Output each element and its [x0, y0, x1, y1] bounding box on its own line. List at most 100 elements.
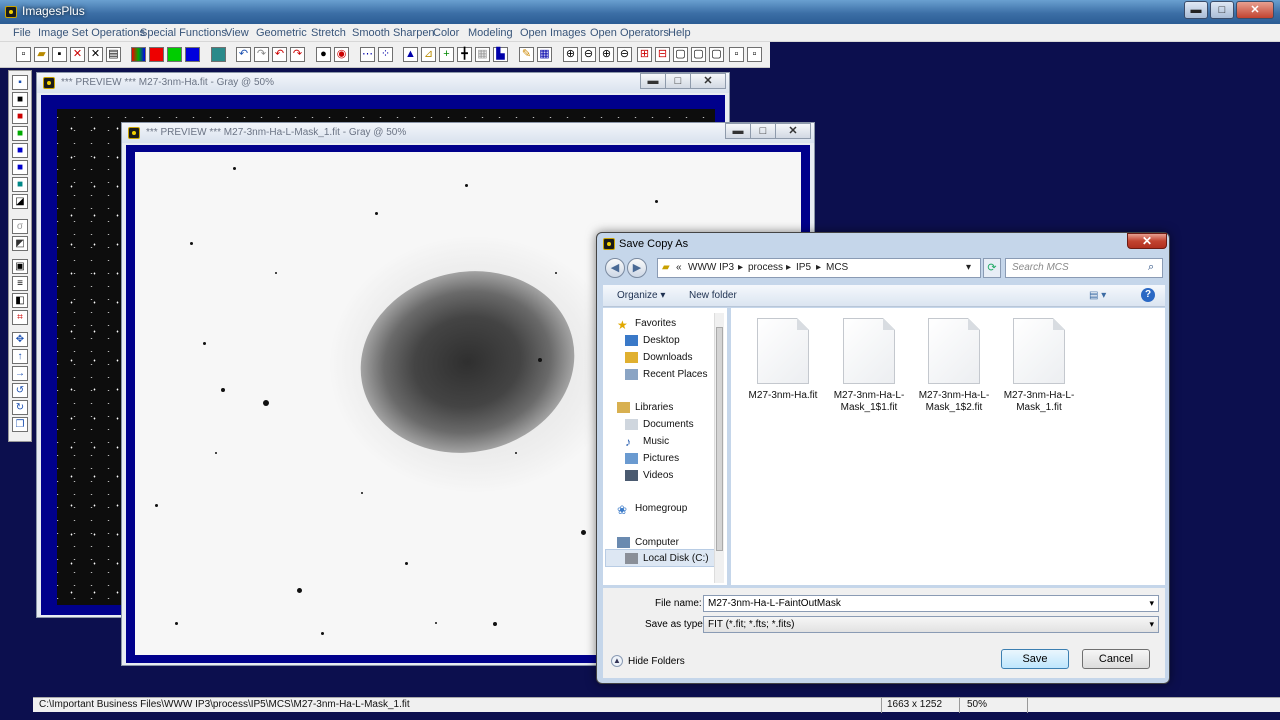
menu-geometric[interactable]: Geometric	[256, 27, 307, 39]
nav-documents[interactable]: Documents	[643, 419, 694, 430]
crop-icon[interactable]: ⌗	[12, 310, 28, 325]
crosshair-icon[interactable]: +	[439, 47, 454, 62]
remove-frame-icon[interactable]: ⊟	[655, 47, 670, 62]
corner-square-icon[interactable]: ◪	[12, 194, 28, 209]
red-channel-icon[interactable]	[149, 47, 164, 62]
luminance-icon[interactable]	[211, 47, 226, 62]
nav-desktop[interactable]: Desktop	[643, 335, 680, 346]
breadcrumb-www-ip3[interactable]: WWW IP3	[688, 262, 734, 273]
nav-downloads[interactable]: Downloads	[643, 352, 692, 363]
menu-file[interactable]: File	[13, 27, 31, 39]
nav-music[interactable]: Music	[643, 436, 669, 447]
frame-3-icon[interactable]: ▢	[709, 47, 724, 62]
menu-view[interactable]: View	[225, 27, 249, 39]
chevron-down-icon[interactable]: ▾	[1149, 619, 1154, 630]
menu-modeling[interactable]: Modeling	[468, 27, 513, 39]
back-icon[interactable]: ◀	[605, 258, 625, 278]
black-square-icon[interactable]: ■	[12, 92, 28, 107]
rotate-left-icon[interactable]: ↺	[12, 383, 28, 398]
redo-icon[interactable]: ↷	[254, 47, 269, 62]
breadcrumb[interactable]: ▰ « WWW IP3 ▸ process ▸ IP5 ▸ MCS ▾	[657, 258, 981, 278]
curve-icon[interactable]: ⊿	[421, 47, 436, 62]
menu-stretch[interactable]: Stretch	[311, 27, 346, 39]
menu-image-set-operations[interactable]: Image Set Operations	[38, 27, 145, 39]
open-folder-icon[interactable]: ▰	[34, 47, 49, 62]
hide-folders-button[interactable]: Hide Folders	[628, 656, 685, 667]
frame-4-icon[interactable]: ▫	[729, 47, 744, 62]
file-item[interactable]: M27-3nm-Ha-L-Mask_1.fit	[997, 318, 1081, 414]
window-title-bar[interactable]: *** PREVIEW *** M27-3nm-Ha-L-Mask_1.fit …	[122, 123, 814, 143]
new-file-icon[interactable]: ▫	[16, 47, 31, 62]
grid-cross-icon[interactable]: ╋	[457, 47, 472, 62]
dotted-area-icon[interactable]: ⁘	[378, 47, 393, 62]
delete-icon[interactable]: ✕	[70, 47, 85, 62]
maximize-icon[interactable]: □	[665, 73, 691, 89]
organize-button[interactable]: Organize ▾	[617, 290, 665, 301]
menu-help[interactable]: Help	[668, 27, 691, 39]
undo-all-icon[interactable]: ↶	[272, 47, 287, 62]
close-icon[interactable]: ✕	[1127, 233, 1167, 249]
frame-2-icon[interactable]: ▢	[691, 47, 706, 62]
sigma-icon[interactable]: σ	[12, 219, 28, 234]
close-image-icon[interactable]: ✕	[88, 47, 103, 62]
copy-icon[interactable]: ❐	[12, 417, 28, 432]
channel-icon[interactable]: ■	[12, 160, 28, 175]
maximize-icon[interactable]: □	[1210, 1, 1234, 19]
new-folder-button[interactable]: New folder	[689, 290, 737, 301]
chevron-down-icon[interactable]: ▾	[1149, 598, 1154, 609]
menu-special-functions[interactable]: Special Functions	[140, 27, 227, 39]
file-item[interactable]: M27-3nm-Ha-L-Mask_1$2.fit	[912, 318, 996, 414]
levels-icon[interactable]: ≡	[12, 276, 28, 291]
arrow-right-icon[interactable]: →	[12, 366, 28, 381]
zoom-in-icon[interactable]: ⊕	[563, 47, 578, 62]
nav-recent-places[interactable]: Recent Places	[643, 369, 707, 380]
close-icon[interactable]: ✕	[690, 73, 726, 89]
frame-1-icon[interactable]: ▢	[673, 47, 688, 62]
menu-smooth-sharpen[interactable]: Smooth Sharpen	[352, 27, 435, 39]
cancel-button[interactable]: Cancel	[1082, 649, 1150, 669]
close-icon[interactable]: ✕	[1236, 1, 1274, 19]
search-box[interactable]: Search MCS ⌕	[1005, 258, 1163, 278]
frame-icon[interactable]: ▣	[12, 259, 28, 274]
forward-icon[interactable]: ▶	[627, 258, 647, 278]
chart-icon[interactable]: ▙	[493, 47, 508, 62]
frame-5-icon[interactable]: ▫	[747, 47, 762, 62]
half-square-icon[interactable]: ◧	[12, 293, 28, 308]
nav-libraries[interactable]: Libraries	[635, 402, 673, 413]
chevron-up-icon[interactable]: ▲	[611, 655, 623, 667]
table-icon[interactable]: ▦	[537, 47, 552, 62]
scrollbar-thumb[interactable]	[716, 327, 723, 551]
print-icon[interactable]: ▤	[106, 47, 121, 62]
menu-open-images[interactable]: Open Images	[520, 27, 586, 39]
minimize-icon[interactable]: ▬	[640, 73, 666, 89]
pencil-icon[interactable]: ✎	[519, 47, 534, 62]
target-icon[interactable]: ◉	[334, 47, 349, 62]
arrow-up-icon[interactable]: ↑	[12, 349, 28, 364]
nav-local-disk[interactable]: Local Disk (C:)	[643, 553, 709, 564]
undo-icon[interactable]: ↶	[236, 47, 251, 62]
search-icon[interactable]: ⌕	[1148, 261, 1154, 274]
save-icon[interactable]: ▪	[52, 47, 67, 62]
save-type-select[interactable]: FIT (*.fit; *.fts; *.fits) ▾	[703, 616, 1159, 633]
view-options-icon[interactable]: ▤ ▾	[1089, 290, 1106, 301]
nav-computer[interactable]: Computer	[635, 537, 679, 548]
nav-scrollbar[interactable]	[714, 313, 724, 583]
point-select-icon[interactable]: ●	[316, 47, 331, 62]
breadcrumb-process[interactable]: process	[748, 262, 783, 273]
close-icon[interactable]: ✕	[775, 123, 811, 139]
green-channel-icon[interactable]	[167, 47, 182, 62]
nav-homegroup[interactable]: Homegroup	[635, 503, 687, 514]
nav-videos[interactable]: Videos	[643, 470, 673, 481]
file-item[interactable]: M27-3nm-Ha-L-Mask_1$1.fit	[827, 318, 911, 414]
minimize-icon[interactable]: ▬	[725, 123, 751, 139]
gradient-icon[interactable]: ◩	[12, 236, 28, 251]
zoom-actual-icon[interactable]: ⊖	[617, 47, 632, 62]
dotted-line-icon[interactable]: ⋯	[360, 47, 375, 62]
file-name-input[interactable]: M27-3nm-Ha-L-FaintOutMask ▾	[703, 595, 1159, 612]
move-icon[interactable]: ✥	[12, 332, 28, 347]
help-icon[interactable]: ?	[1141, 288, 1155, 302]
minimize-icon[interactable]: ▬	[1184, 1, 1208, 19]
add-frame-icon[interactable]: ⊞	[637, 47, 652, 62]
menu-open-operators[interactable]: Open Operators	[590, 27, 669, 39]
red-square-icon[interactable]: ■	[12, 109, 28, 124]
